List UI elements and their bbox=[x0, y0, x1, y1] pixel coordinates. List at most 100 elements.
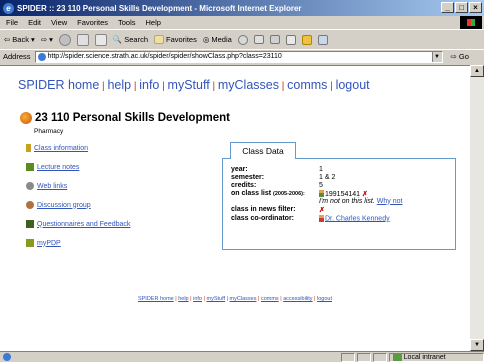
table-row: semester: 1 & 2 bbox=[231, 173, 402, 181]
footer-accessibility[interactable]: accessibility bbox=[283, 296, 312, 302]
why-not-link[interactable]: Why not bbox=[377, 198, 403, 205]
footer-comms[interactable]: comms bbox=[261, 296, 279, 302]
sidebar-item-questionnaires[interactable]: Questionnaires and Feedback bbox=[26, 220, 130, 228]
page-title: 23 110 Personal Skills Development bbox=[35, 112, 230, 124]
footer-mystuff[interactable]: myStuff bbox=[207, 296, 226, 302]
class-globe-icon bbox=[20, 112, 32, 124]
year-value: 1 bbox=[319, 165, 323, 173]
sidebar-item-class-information[interactable]: Class information bbox=[26, 144, 130, 152]
mail-icon[interactable] bbox=[253, 35, 264, 44]
search-button[interactable]: 🔍 Search bbox=[113, 35, 148, 44]
coordinator-link[interactable]: Dr. Charles Kennedy bbox=[325, 215, 390, 222]
tab-class-data[interactable]: Class Data bbox=[230, 142, 296, 159]
coordinator-value-cell: Dr. Charles Kennedy bbox=[319, 214, 402, 222]
status-page-icon bbox=[3, 353, 11, 361]
nav-mystuff[interactable]: myStuff bbox=[168, 78, 210, 92]
table-row: class co-ordinator: Dr. Charles Kennedy bbox=[231, 214, 402, 222]
status-zone: Local intranet bbox=[388, 352, 484, 362]
student-id: 199154141 bbox=[325, 190, 361, 198]
media-label: Media bbox=[211, 35, 232, 44]
sidebar-item-label: Web links bbox=[37, 182, 68, 190]
sidebar-item-label: myPDP bbox=[37, 239, 61, 247]
footer-help[interactable]: help bbox=[178, 296, 188, 302]
not-member-icon: ✗ bbox=[362, 190, 368, 198]
menu-favorites[interactable]: Favorites bbox=[77, 18, 108, 27]
address-label: Address bbox=[3, 52, 31, 61]
messenger-icon[interactable] bbox=[301, 34, 312, 45]
address-input[interactable]: http://spider.science.strath.ac.uk/spide… bbox=[34, 50, 443, 63]
menu-edit[interactable]: Edit bbox=[28, 18, 41, 27]
window-title: SPIDER :: 23 110 Personal Skills Develop… bbox=[17, 3, 302, 13]
vertical-scrollbar[interactable]: ▲ ▼ bbox=[470, 65, 484, 351]
page-content: SPIDER home | help | info | myStuff | my… bbox=[0, 65, 470, 351]
department-label: Pharmacy bbox=[34, 128, 64, 135]
address-url: http://spider.science.strath.ac.uk/spide… bbox=[47, 53, 282, 60]
sidebar-item-lecture-notes[interactable]: Lecture notes bbox=[26, 163, 130, 171]
sidebar-item-label: Questionnaires and Feedback bbox=[37, 220, 131, 228]
favorites-button[interactable]: Favorites bbox=[154, 35, 197, 44]
pdp-icon bbox=[26, 239, 34, 247]
menu-tools[interactable]: Tools bbox=[118, 18, 136, 27]
status-cell bbox=[372, 352, 387, 362]
maximize-button[interactable]: □ bbox=[455, 2, 468, 13]
footer-myclasses[interactable]: myClasses bbox=[230, 296, 257, 302]
stop-icon[interactable] bbox=[58, 33, 71, 46]
scroll-up-arrow-icon[interactable]: ▲ bbox=[470, 65, 484, 77]
forward-button[interactable]: ⇨ ▾ bbox=[41, 35, 53, 44]
sidebar-item-mypdp[interactable]: myPDP bbox=[26, 239, 130, 247]
footer-spider-home[interactable]: SPIDER home bbox=[138, 296, 174, 302]
year-key: year: bbox=[231, 165, 248, 173]
edit-icon[interactable] bbox=[285, 34, 296, 45]
footer-info[interactable]: info bbox=[193, 296, 202, 302]
sidebar-item-discussion-group[interactable]: Discussion group bbox=[26, 201, 130, 209]
menu-file[interactable]: File bbox=[6, 18, 18, 27]
windows-logo-icon bbox=[460, 16, 482, 29]
media-icon: ◎ bbox=[202, 35, 210, 44]
table-row: on class list (2005-2006): 199154141 ✗ I… bbox=[231, 189, 402, 205]
address-bar: Address http://spider.science.strath.ac.… bbox=[0, 49, 484, 63]
footer-logout[interactable]: logout bbox=[317, 296, 332, 302]
table-row: year: 1 bbox=[231, 165, 402, 173]
notes-icon bbox=[26, 163, 34, 171]
page-icon bbox=[37, 52, 46, 61]
status-cell bbox=[356, 352, 371, 362]
intranet-icon bbox=[392, 353, 402, 361]
nav-help[interactable]: help bbox=[107, 78, 131, 92]
print-icon[interactable] bbox=[269, 35, 280, 44]
person-icon bbox=[26, 144, 31, 152]
ie-icon: e bbox=[3, 2, 14, 14]
research-icon[interactable] bbox=[317, 34, 328, 45]
close-button[interactable]: × bbox=[469, 2, 482, 13]
history-icon[interactable] bbox=[237, 34, 248, 45]
forward-arrow-icon: ⇨ ▾ bbox=[40, 35, 53, 44]
refresh-icon[interactable] bbox=[76, 33, 89, 46]
minimize-button[interactable]: _ bbox=[441, 2, 454, 13]
address-dropdown-icon[interactable]: ▼ bbox=[431, 51, 442, 62]
media-button[interactable]: ◎ Media bbox=[203, 35, 232, 44]
window-titlebar: e SPIDER :: 23 110 Personal Skills Devel… bbox=[0, 0, 484, 16]
home-icon[interactable] bbox=[94, 33, 107, 46]
back-button[interactable]: ⇦ Back ▾ bbox=[4, 35, 35, 44]
nav-info[interactable]: info bbox=[139, 78, 159, 92]
semester-key: semester: bbox=[231, 173, 265, 181]
class-data-panel: year: 1 semester: 1 & 2 credits: 5 on cl… bbox=[222, 158, 456, 250]
credits-key: credits: bbox=[231, 181, 257, 189]
toolbar: ⇦ Back ▾ ⇨ ▾ 🔍 Search Favorites ◎ Media bbox=[0, 29, 484, 49]
news-filter-key: class in news filter: bbox=[231, 205, 296, 213]
favorites-icon bbox=[154, 35, 164, 44]
nav-logout[interactable]: logout bbox=[336, 78, 370, 92]
nav-spider-home[interactable]: SPIDER home bbox=[18, 78, 99, 92]
menu-view[interactable]: View bbox=[51, 18, 67, 27]
person-icon bbox=[319, 190, 324, 198]
scroll-down-arrow-icon[interactable]: ▼ bbox=[470, 339, 484, 351]
menu-help[interactable]: Help bbox=[146, 18, 161, 27]
class-list-value-cell: 199154141 ✗ I'm not on this list. Why no… bbox=[319, 189, 402, 205]
menu-bar: File Edit View Favorites Tools Help bbox=[0, 16, 484, 29]
not-on-list-note: I'm not on this list. bbox=[319, 197, 375, 205]
sidebar-item-web-links[interactable]: Web links bbox=[26, 182, 130, 190]
favorites-label: Favorites bbox=[166, 35, 197, 44]
nav-comms[interactable]: comms bbox=[287, 78, 327, 92]
nav-myclasses[interactable]: myClasses bbox=[218, 78, 279, 92]
go-button[interactable]: ⇨ Go bbox=[451, 52, 469, 61]
status-bar: Local intranet bbox=[0, 351, 484, 362]
